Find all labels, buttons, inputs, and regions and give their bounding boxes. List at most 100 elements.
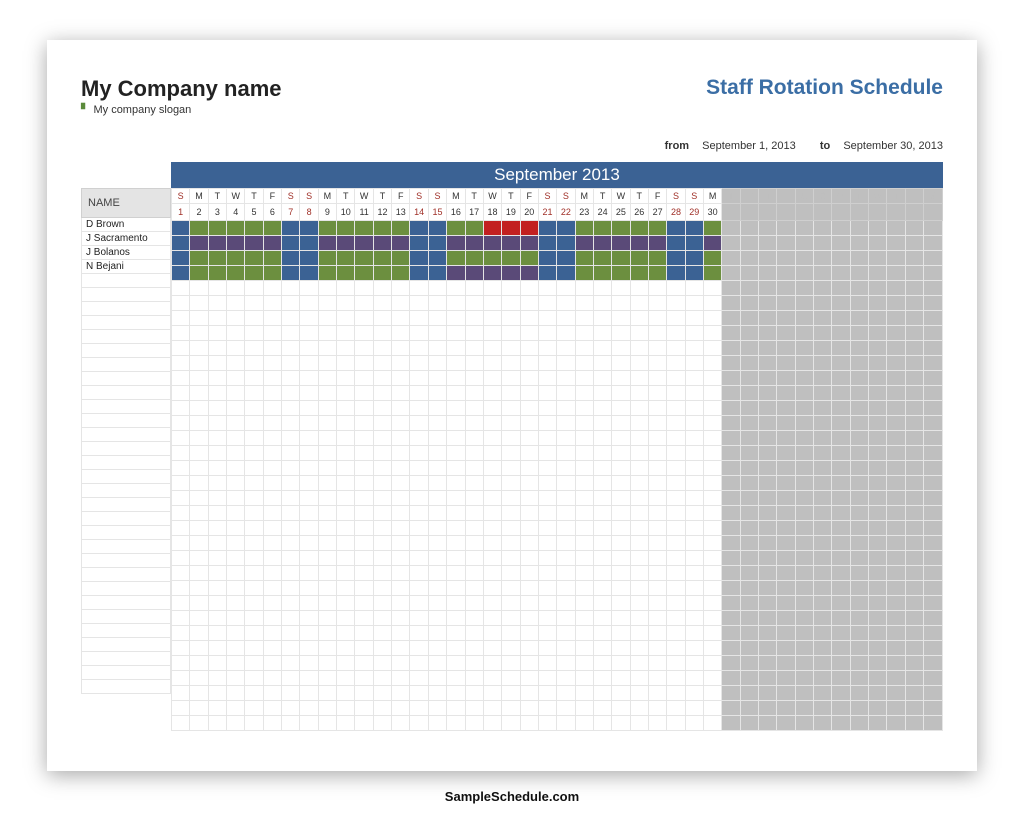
schedule-cell <box>373 566 391 581</box>
schedule-cell <box>777 521 795 536</box>
schedule-cell <box>300 566 318 581</box>
schedule-cell <box>777 341 795 356</box>
schedule-cell <box>483 506 501 521</box>
schedule-cell <box>190 461 208 476</box>
to-label: to <box>820 140 830 152</box>
schedule-cell <box>777 371 795 386</box>
schedule-cell <box>447 716 465 731</box>
schedule-cell <box>814 716 832 731</box>
schedule-cell <box>759 641 777 656</box>
schedule-cell <box>832 506 850 521</box>
schedule-cell <box>355 551 373 566</box>
schedule-cell <box>410 506 428 521</box>
day-of-week-row: SMTWTFSSMTWTFSSMTWTFSSMTWTFSSMTWTFSSMTWT… <box>172 189 943 204</box>
schedule-cell <box>850 596 868 611</box>
schedule-cell <box>557 221 575 236</box>
schedule-cell <box>612 656 630 671</box>
schedule-cell <box>814 686 832 701</box>
schedule-cell <box>227 506 245 521</box>
staff-name-cell <box>81 652 171 666</box>
schedule-cell <box>392 671 410 686</box>
schedule-cell <box>740 311 758 326</box>
schedule-cell <box>227 296 245 311</box>
dow-cell: W <box>612 189 630 204</box>
schedule-cell <box>832 371 850 386</box>
schedule-cell <box>190 716 208 731</box>
schedule-cell <box>630 386 648 401</box>
schedule-cell <box>814 446 832 461</box>
schedule-cell <box>263 701 281 716</box>
schedule-cell <box>887 491 905 506</box>
schedule-cell <box>410 671 428 686</box>
schedule-cell <box>190 551 208 566</box>
schedule-cell <box>814 596 832 611</box>
schedule-cell <box>373 476 391 491</box>
schedule-cell <box>263 506 281 521</box>
schedule-cell <box>648 341 666 356</box>
schedule-cell <box>832 581 850 596</box>
schedule-cell <box>355 266 373 281</box>
schedule-cell <box>465 536 483 551</box>
schedule-cell <box>355 401 373 416</box>
schedule-cell <box>318 551 336 566</box>
schedule-cell <box>428 251 446 266</box>
schedule-cell <box>832 596 850 611</box>
schedule-cell <box>924 401 943 416</box>
dow-cell: M <box>575 189 593 204</box>
schedule-cell <box>190 446 208 461</box>
schedule-cell <box>483 236 501 251</box>
schedule-cell <box>685 251 703 266</box>
dow-cell: S <box>685 189 703 204</box>
day-number-cell: 6 <box>263 204 281 221</box>
schedule-cell <box>795 551 813 566</box>
schedule-cell <box>814 371 832 386</box>
schedule-cell <box>282 446 300 461</box>
schedule-cell <box>740 716 758 731</box>
schedule-cell <box>740 431 758 446</box>
schedule-cell <box>392 221 410 236</box>
schedule-cell <box>703 716 721 731</box>
dow-cell: T <box>373 189 391 204</box>
schedule-cell <box>318 416 336 431</box>
day-number-cell <box>777 204 795 221</box>
schedule-cell <box>502 476 520 491</box>
schedule-cell <box>814 221 832 236</box>
schedule-cell <box>392 611 410 626</box>
schedule-cell <box>703 626 721 641</box>
schedule-cell <box>282 461 300 476</box>
schedule-cell <box>227 641 245 656</box>
schedule-cell <box>337 536 355 551</box>
schedule-cell <box>190 371 208 386</box>
day-number-cell: 11 <box>355 204 373 221</box>
schedule-cell <box>520 476 538 491</box>
schedule-cell <box>777 701 795 716</box>
schedule-cell <box>648 236 666 251</box>
schedule-cell <box>887 716 905 731</box>
schedule-cell <box>814 416 832 431</box>
schedule-cell <box>410 401 428 416</box>
schedule-cell <box>502 656 520 671</box>
schedule-cell <box>483 611 501 626</box>
schedule-cell <box>190 326 208 341</box>
schedule-cell <box>685 596 703 611</box>
dow-cell: W <box>869 189 887 204</box>
schedule-cell <box>538 671 556 686</box>
schedule-cell <box>612 626 630 641</box>
schedule-cell <box>648 716 666 731</box>
schedule-cell <box>722 566 740 581</box>
schedule-cell <box>392 356 410 371</box>
schedule-cell <box>667 596 685 611</box>
schedule-cell <box>722 491 740 506</box>
schedule-cell <box>759 656 777 671</box>
schedule-cell <box>373 491 391 506</box>
schedule-cell <box>337 251 355 266</box>
schedule-cell <box>759 671 777 686</box>
day-number-cell: 26 <box>630 204 648 221</box>
schedule-cell <box>795 221 813 236</box>
schedule-cell <box>887 626 905 641</box>
schedule-cell <box>373 656 391 671</box>
schedule-cell <box>593 521 611 536</box>
schedule-cell <box>538 611 556 626</box>
schedule-cell <box>392 266 410 281</box>
schedule-cell <box>667 626 685 641</box>
